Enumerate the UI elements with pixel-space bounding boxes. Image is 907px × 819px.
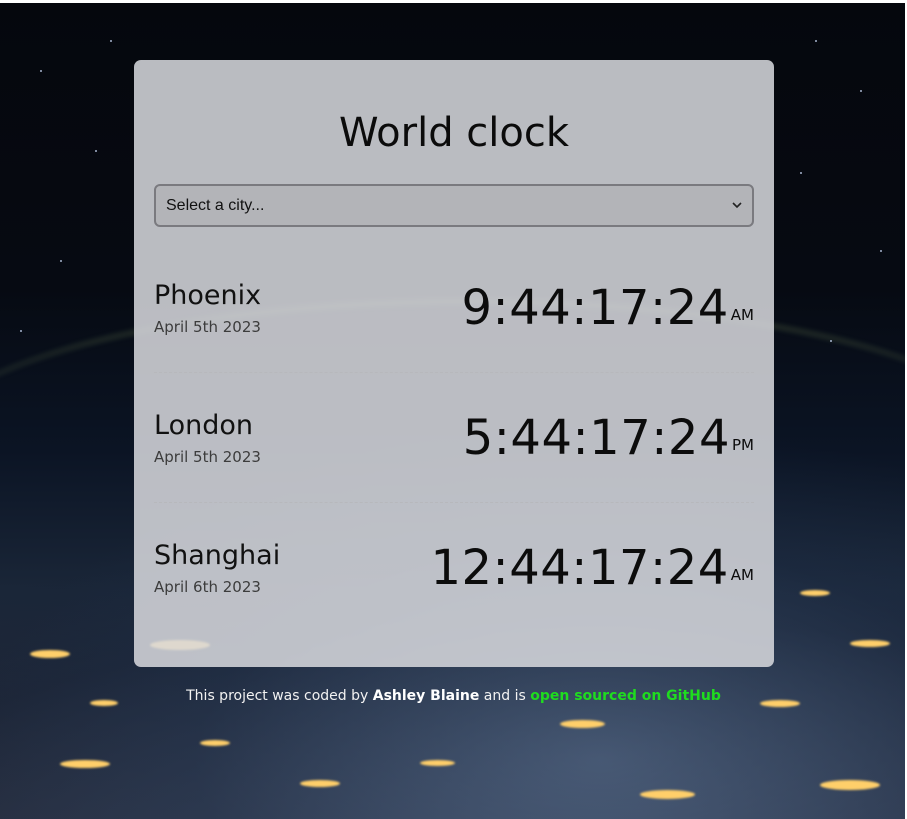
star (815, 40, 817, 42)
star (20, 330, 22, 332)
time-value: 9:44:17:24 (461, 279, 729, 336)
page-title: World clock (338, 110, 570, 156)
city-info: London April 5th 2023 (154, 410, 261, 466)
city-lights (560, 720, 605, 728)
city-name: Phoenix (154, 279, 262, 311)
footer-author: Ashley Blaine (372, 688, 480, 704)
city-name: London (154, 409, 253, 441)
city-info: Phoenix April 5th 2023 (154, 280, 261, 336)
city-time: 12:44:17:24 AM (430, 542, 754, 594)
chevron-down-icon (731, 200, 743, 212)
city-row-phoenix: Phoenix April 5th 2023 9:44:17:24 AM (154, 243, 754, 373)
city-info: Shanghai April 6th 2023 (154, 540, 280, 596)
city-date: April 6th 2023 (154, 578, 261, 596)
city-time: 9:44:17:24 AM (462, 282, 755, 334)
city-list: Phoenix April 5th 2023 9:44:17:24 AM Lon… (154, 243, 754, 633)
star (60, 260, 62, 262)
city-lights (60, 760, 110, 768)
city-lights (30, 650, 70, 658)
city-row-shanghai: Shanghai April 6th 2023 12:44:17:24 AM (154, 503, 754, 633)
city-time: 5:44:17:24 PM (463, 412, 754, 464)
footer-prefix: This project was coded by (186, 688, 369, 704)
star (880, 250, 882, 252)
star (110, 40, 112, 42)
city-date: April 5th 2023 (154, 447, 261, 466)
city-lights (420, 760, 455, 766)
city-lights (200, 740, 230, 746)
star (800, 172, 802, 174)
city-select[interactable]: Select a city... (154, 184, 754, 227)
star (40, 70, 42, 72)
city-lights (850, 640, 890, 647)
github-link[interactable]: open sourced on GitHub (530, 688, 721, 704)
city-lights (800, 590, 830, 596)
world-clock-card: World clock Select a city... Phoenix Apr… (134, 60, 774, 667)
star (860, 90, 862, 92)
time-ampm: PM (732, 435, 754, 454)
footer: This project was coded by Ashley Blaine … (0, 688, 907, 704)
city-lights (640, 790, 695, 799)
city-lights (300, 780, 340, 787)
city-date: April 5th 2023 (154, 317, 261, 336)
time-ampm: AM (730, 305, 754, 324)
time-value: 12:44:17:24 (430, 540, 729, 596)
time-value: 5:44:17:24 (462, 409, 730, 466)
city-select-value: Select a city... (166, 196, 265, 214)
star (830, 340, 832, 342)
city-lights (820, 780, 880, 790)
city-name: Shanghai (154, 540, 281, 571)
star (95, 150, 97, 152)
city-row-london: London April 5th 2023 5:44:17:24 PM (154, 373, 754, 503)
footer-middle: and is (483, 688, 526, 704)
time-ampm: AM (730, 566, 754, 584)
